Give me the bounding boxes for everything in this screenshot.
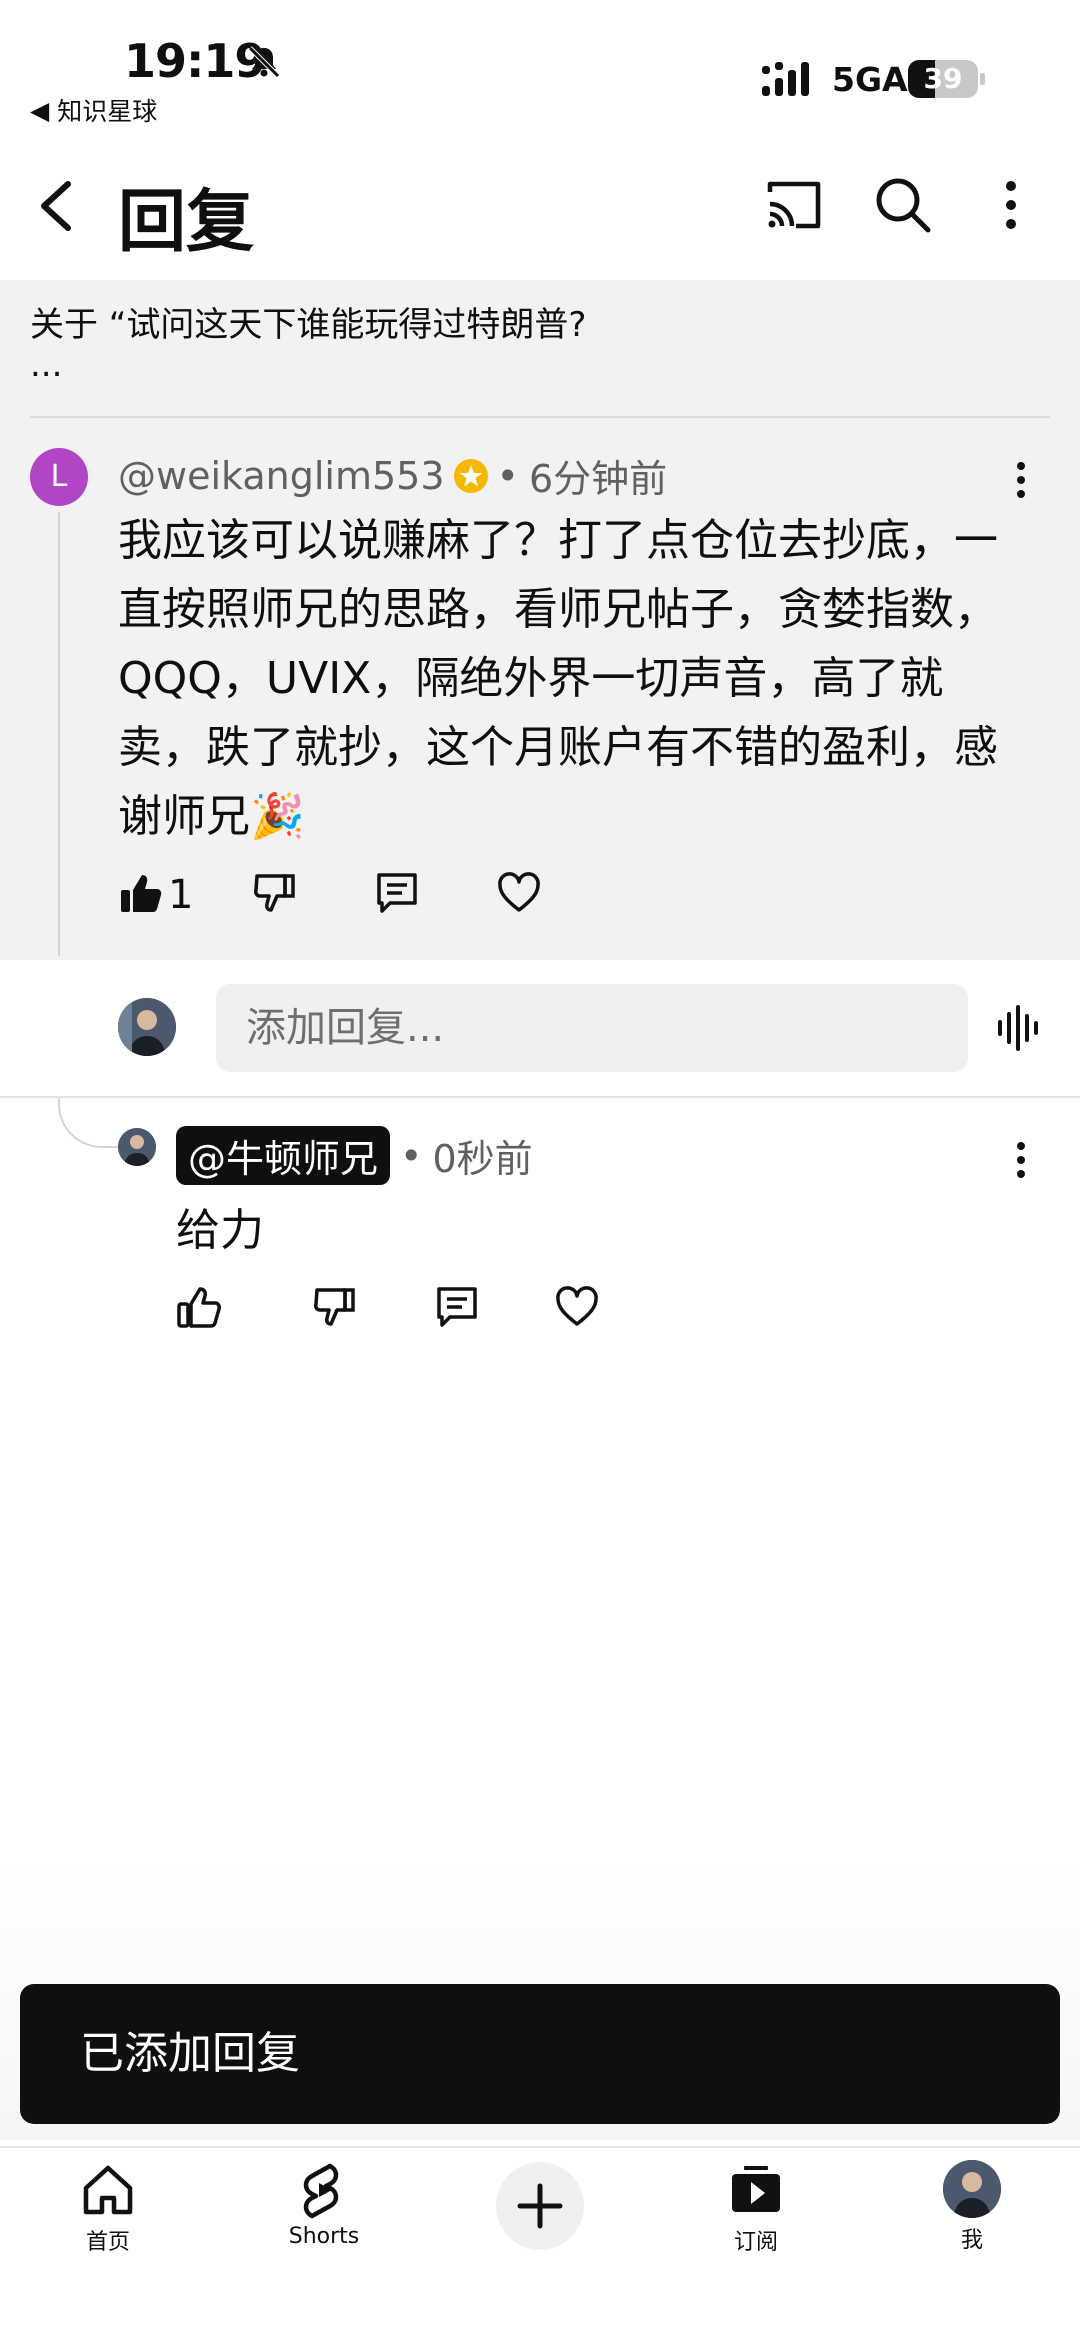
heart-icon[interactable] [554, 1284, 600, 1330]
nav-shorts[interactable]: Shorts [254, 2160, 394, 2249]
nav-shorts-label: Shorts [288, 2224, 360, 2249]
thread-line [58, 512, 60, 956]
reply-text: 给力 [176, 1205, 264, 1256]
dislike-icon[interactable] [312, 1284, 358, 1330]
page-title: 回复 [118, 183, 255, 262]
search-icon[interactable] [874, 176, 932, 234]
reply-comment-icon[interactable] [434, 1284, 480, 1330]
comment-actions: 1 [118, 870, 818, 930]
nav-subscriptions-label: 订阅 [733, 2230, 778, 2255]
comment-text: 我应该可以说赚麻了？打了点仓位去抄底，一直按照师兄的思路，看师兄帖子，贪婪指数，… [118, 515, 998, 842]
toast-message: 已添加回复 [20, 1984, 1060, 2124]
reply-author[interactable]: @牛顿师兄 [176, 1126, 391, 1185]
subscriptions-icon [732, 2166, 780, 2212]
add-reply-row [0, 960, 1080, 1096]
about-ellipsis: ... [30, 345, 63, 385]
avatar[interactable]: L [30, 448, 88, 506]
my-avatar [118, 998, 176, 1056]
battery-icon: 39 [908, 60, 986, 98]
nav-me-label: 我 [960, 2228, 983, 2253]
about-text: 关于 “试问这天下谁能玩得过特朗普? [30, 305, 587, 345]
back-to-app[interactable]: ◀ 知识星球 [30, 92, 157, 128]
comment-author[interactable]: @weikanglim553 [118, 454, 445, 498]
reply-input[interactable] [216, 984, 968, 1072]
like-count: 1 [168, 872, 194, 918]
comment-meta: @weikanglim553 • 6分钟前 [118, 448, 667, 503]
about-context: 关于 “试问这天下谁能玩得过特朗普? ... [30, 300, 1030, 385]
nav-home[interactable]: 首页 [38, 2160, 178, 2256]
bottom-nav: 首页 Shorts 订阅 我 [0, 2146, 1080, 2347]
dislike-icon[interactable] [252, 870, 298, 916]
create-button[interactable] [496, 2162, 584, 2250]
reply-more-icon[interactable] [1010, 1140, 1032, 1180]
more-vertical-icon[interactable] [996, 176, 1026, 234]
reply-time: 0秒前 [432, 1137, 533, 1181]
like-icon[interactable] [176, 1284, 222, 1330]
cellular-signal-icon [762, 62, 809, 96]
home-icon [83, 2165, 133, 2215]
network-type: 5GA [832, 60, 908, 99]
like-filled-icon[interactable] [118, 870, 164, 916]
comment-time: 6分钟前 [528, 457, 668, 501]
nav-me[interactable]: 我 [902, 2160, 1042, 2254]
heart-icon[interactable] [496, 870, 542, 916]
reply-comment-icon[interactable] [374, 870, 420, 916]
reply-avatar[interactable] [118, 1128, 156, 1166]
profile-avatar [943, 2160, 1001, 2218]
nav-home-label: 首页 [85, 2230, 130, 2255]
shorts-icon [303, 2163, 339, 2219]
back-triangle-icon: ◀ [30, 95, 50, 125]
voice-input-icon[interactable] [996, 1004, 1040, 1052]
meta-separator: • [496, 453, 519, 498]
nav-subscriptions[interactable]: 订阅 [686, 2160, 826, 2256]
battery-level: 39 [923, 62, 963, 95]
thread-connector [58, 1098, 120, 1148]
plus-icon [517, 2183, 563, 2229]
reply-actions [176, 1284, 676, 1344]
divider [30, 416, 1050, 418]
back-app-label: 知识星球 [57, 97, 158, 126]
bell-muted-icon [248, 46, 280, 78]
back-arrow-icon[interactable] [30, 176, 84, 236]
sponsor-badge-icon [453, 458, 488, 493]
reply-meta: @牛顿师兄 • 0秒前 [176, 1126, 533, 1185]
meta-separator: • [400, 1133, 423, 1178]
divider [0, 1096, 1080, 1098]
cast-icon[interactable] [764, 178, 824, 232]
comment-more-icon[interactable] [1010, 460, 1032, 500]
